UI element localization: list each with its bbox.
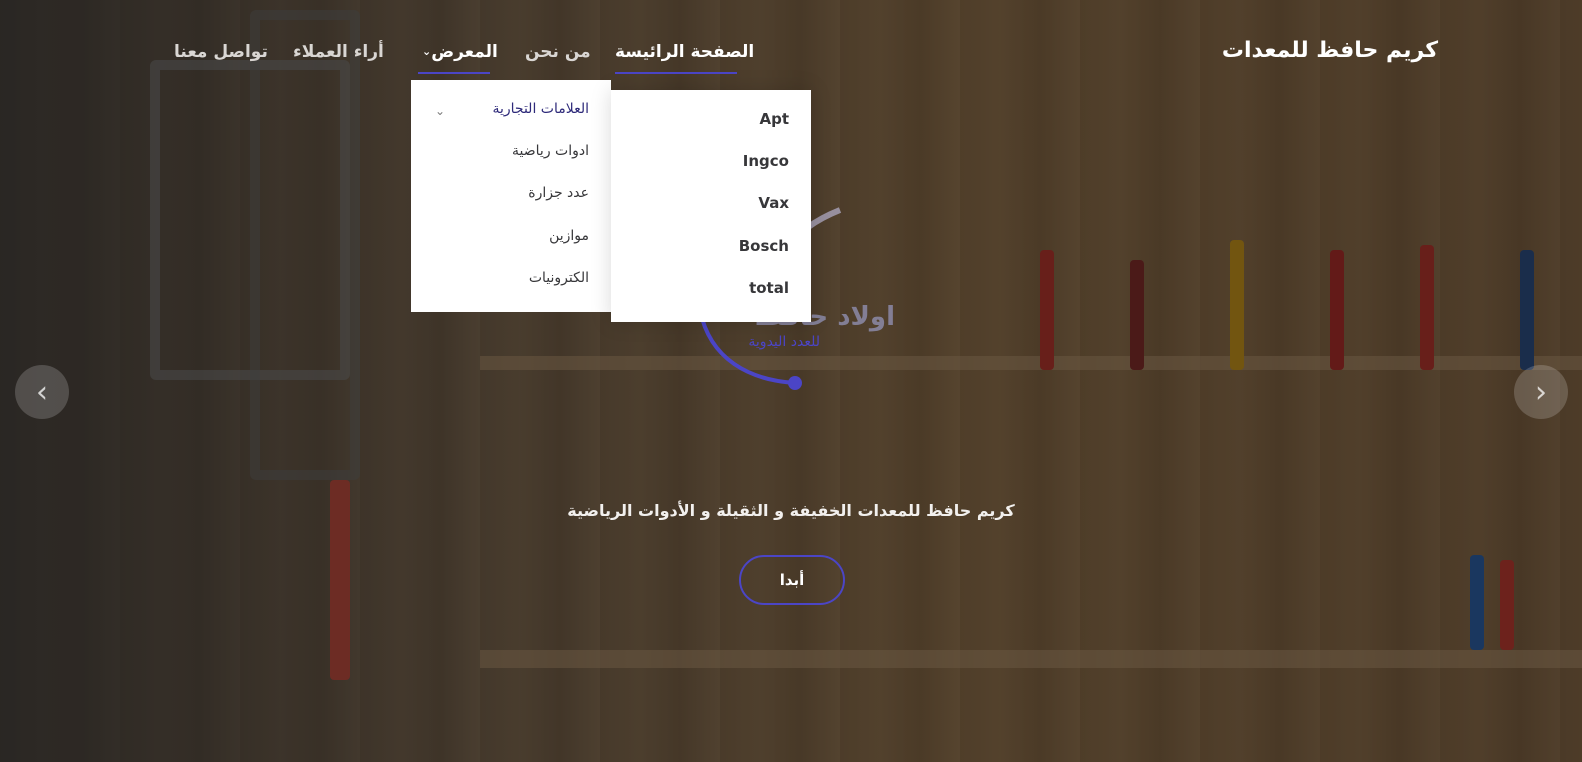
nav-about[interactable]: من نحن: [525, 42, 591, 62]
screwdriver-shape: [1470, 555, 1484, 650]
nav-reviews[interactable]: أراء العملاء: [293, 42, 384, 62]
screwdriver-shape: [1520, 250, 1534, 370]
screwdriver-shape: [1330, 250, 1344, 370]
brands-submenu: Apt Ingco Vax Bosch total: [611, 90, 811, 322]
brand-item-apt[interactable]: Apt: [759, 110, 789, 128]
menu-item-scales[interactable]: موازين: [549, 228, 589, 244]
menu-item-sports-tools[interactable]: ادوات رياضية: [512, 143, 589, 159]
screwdriver-shape: [1230, 240, 1244, 370]
nav-gallery-underline: [418, 72, 490, 74]
chevron-down-icon: ⌄: [435, 104, 446, 118]
brand-item-total[interactable]: total: [749, 279, 789, 297]
logo-text-sub: للعدد اليدوية: [748, 334, 820, 350]
chevron-left-icon: ‹: [36, 374, 48, 410]
gallery-dropdown: ⌄ العلامات التجارية ادوات رياضية عدد جزا…: [411, 80, 611, 312]
screwdriver-shape: [1420, 245, 1434, 370]
carousel-prev-button[interactable]: ‹: [15, 365, 69, 419]
screwdriver-shape: [1130, 260, 1144, 370]
menu-item-butcher-tools[interactable]: عدد جزارة: [528, 185, 589, 201]
menu-item-brands[interactable]: العلامات التجارية: [492, 101, 589, 117]
brand-item-vax[interactable]: Vax: [758, 194, 789, 212]
carousel-next-button[interactable]: ›: [1514, 365, 1568, 419]
tool-rack: [480, 650, 1582, 668]
nav-gallery-label: المعرض: [431, 42, 498, 62]
screwdriver-shape: [1040, 250, 1054, 370]
start-button[interactable]: أبدا: [739, 555, 845, 605]
brand-item-bosch[interactable]: Bosch: [739, 237, 789, 255]
chevron-right-icon: ›: [1535, 374, 1547, 410]
nav-contact[interactable]: تواصل معنا: [174, 42, 268, 62]
tool-rack: [480, 356, 1582, 370]
menu-item-electronics[interactable]: الكترونيات: [529, 270, 589, 286]
brand-item-ingco[interactable]: Ingco: [743, 152, 789, 170]
top-navbar: كريم حافظ للمعدات الصفحة الرائيسة من نحن…: [0, 0, 1582, 100]
saw-shape: [150, 60, 350, 380]
hero-caption: كريم حافظ للمعدات الخفيفة و الثقيلة و ال…: [567, 501, 1015, 520]
brand-name[interactable]: كريم حافظ للمعدات: [1222, 38, 1438, 63]
nav-gallery[interactable]: ⌄المعرض: [418, 42, 498, 62]
nav-home-underline: [615, 72, 737, 74]
chevron-down-icon: ⌄: [422, 45, 432, 58]
nav-home[interactable]: الصفحة الرائيسة: [615, 42, 754, 62]
screwdriver-shape: [1500, 560, 1514, 650]
